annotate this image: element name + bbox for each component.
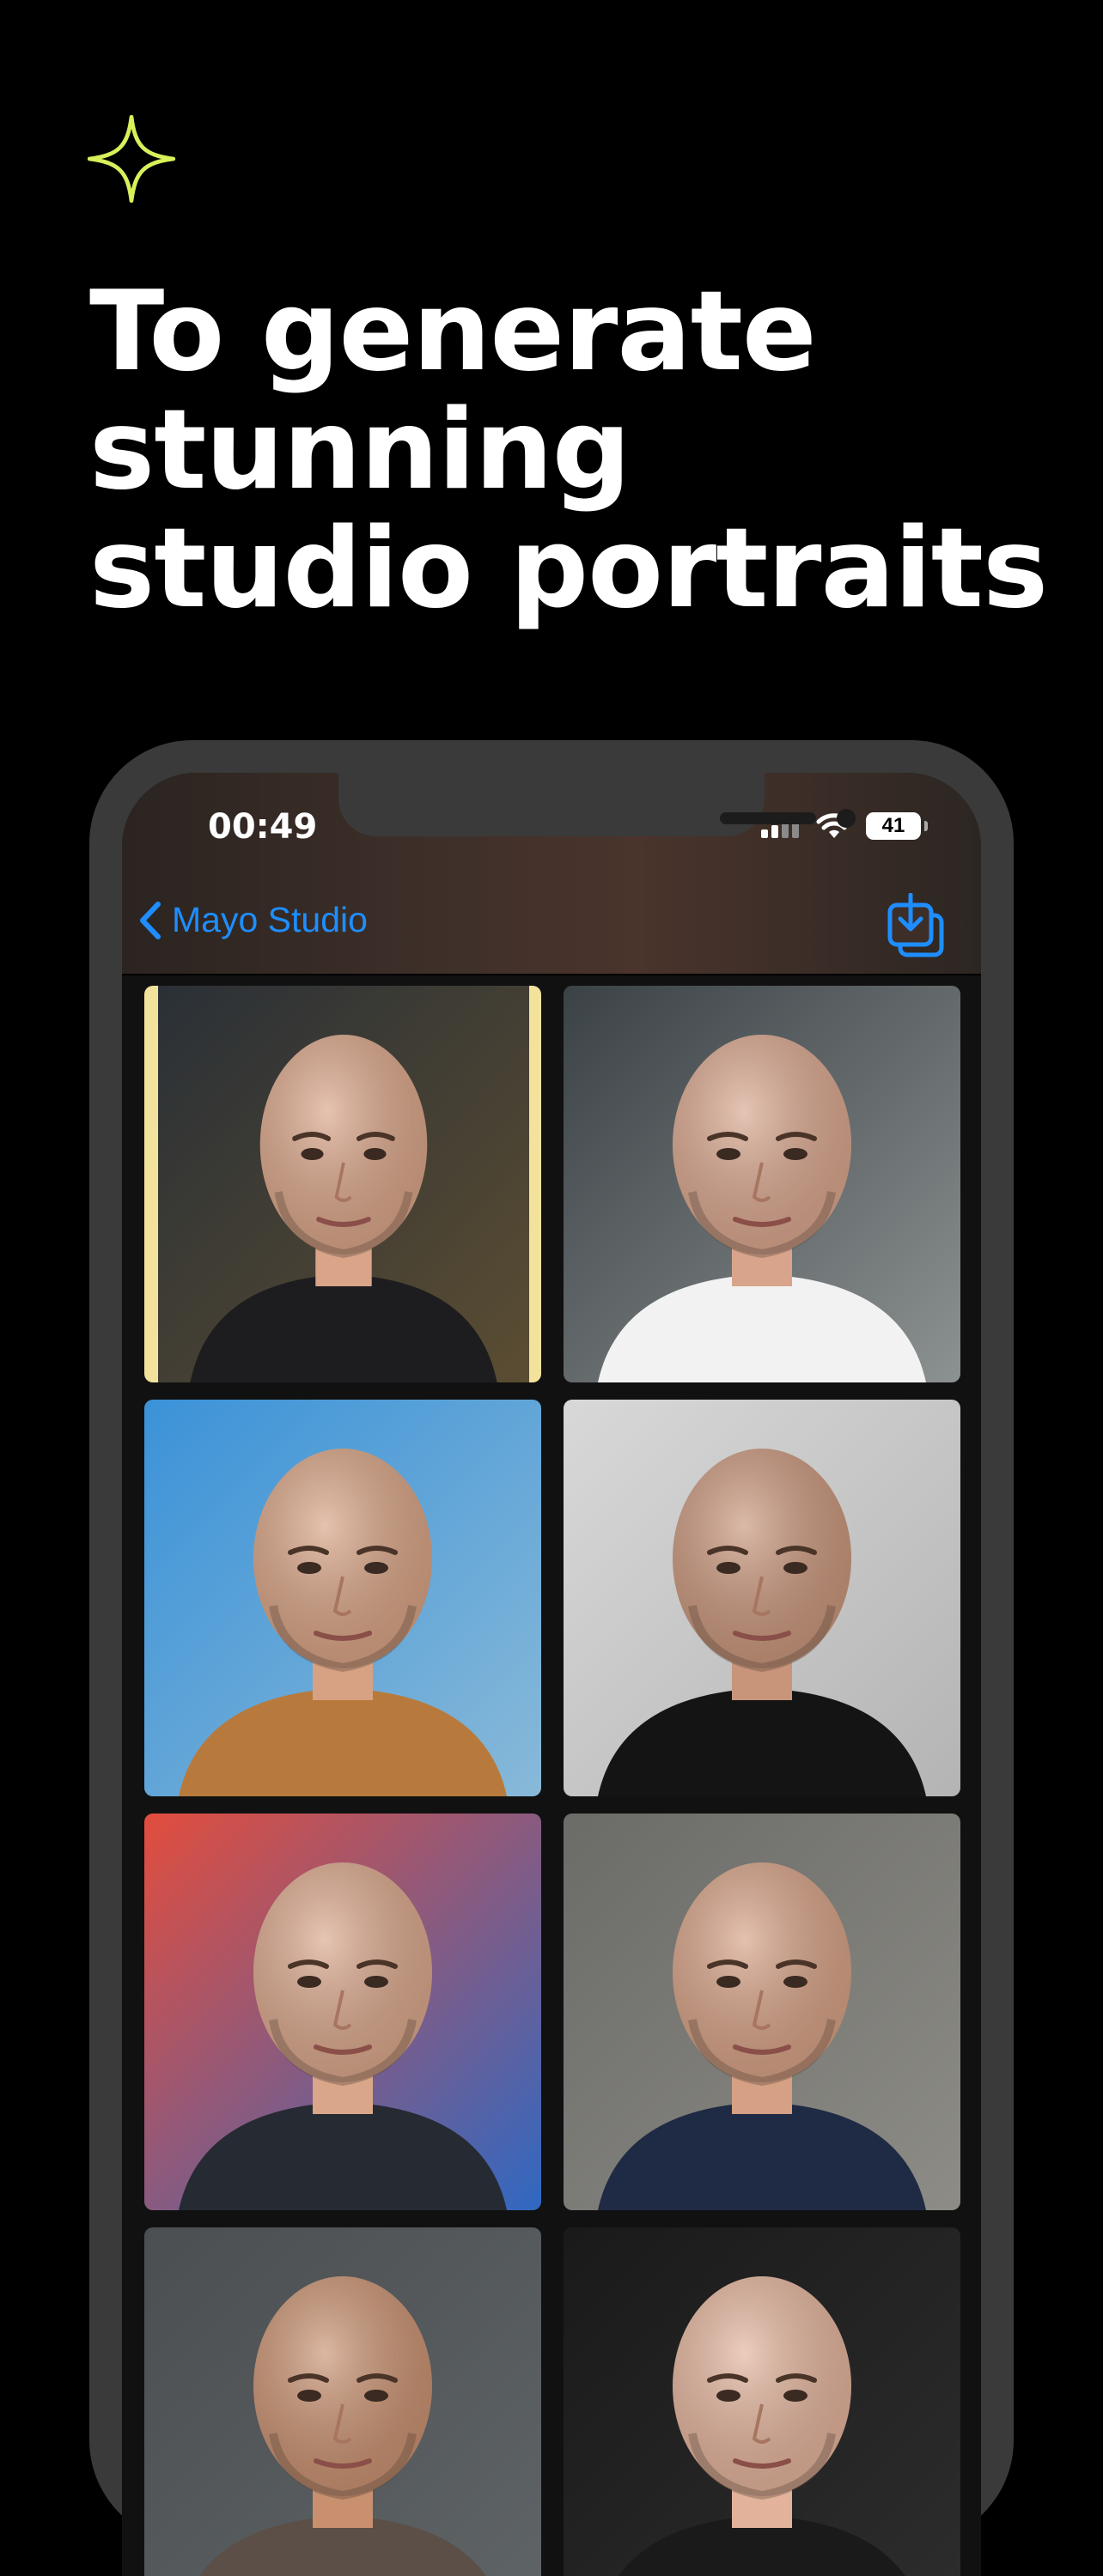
download-icon[interactable] xyxy=(887,893,945,958)
portrait-image xyxy=(158,986,529,1382)
headline-line-1: To generate xyxy=(89,268,817,396)
portrait-image xyxy=(144,2227,541,2576)
back-button[interactable]: Mayo Studio xyxy=(139,900,368,940)
portrait-thumbnail[interactable] xyxy=(564,986,960,1382)
back-button-label: Mayo Studio xyxy=(172,900,368,939)
portrait-gallery xyxy=(144,986,960,2576)
sparkle-icon xyxy=(87,114,176,204)
portrait-image xyxy=(144,1400,541,1796)
portrait-thumbnail[interactable] xyxy=(144,986,541,1382)
portrait-thumbnail[interactable] xyxy=(564,2227,960,2576)
portrait-thumbnail[interactable] xyxy=(144,1400,541,1796)
portrait-image xyxy=(564,2227,960,2576)
headline-line-3: studio portraits xyxy=(89,505,1048,633)
speaker-grille xyxy=(720,812,816,824)
portrait-image xyxy=(564,1814,960,2210)
nav-divider xyxy=(122,974,981,975)
status-time: 00:49 xyxy=(208,807,318,847)
portrait-thumbnail[interactable] xyxy=(564,1400,960,1796)
phone-frame: 00:49 41 Mayo Studio xyxy=(89,740,1014,2576)
navigation-bar: 00:49 41 Mayo Studio xyxy=(122,773,981,974)
headline: To generate stunning studio portraits xyxy=(89,273,1051,629)
portrait-thumbnail[interactable] xyxy=(564,1814,960,2210)
chevron-left-icon xyxy=(140,901,161,939)
phone-screen: 00:49 41 Mayo Studio xyxy=(122,773,981,2576)
portrait-image xyxy=(564,986,960,1382)
portrait-thumbnail[interactable] xyxy=(144,1814,541,2210)
portrait-image xyxy=(144,1814,541,2210)
camera-notch xyxy=(338,773,856,836)
headline-line-2: stunning xyxy=(89,386,631,514)
portrait-thumbnail[interactable] xyxy=(144,2227,541,2576)
front-camera xyxy=(837,809,856,828)
portrait-image xyxy=(564,1400,960,1796)
battery-icon: 41 xyxy=(866,812,928,840)
